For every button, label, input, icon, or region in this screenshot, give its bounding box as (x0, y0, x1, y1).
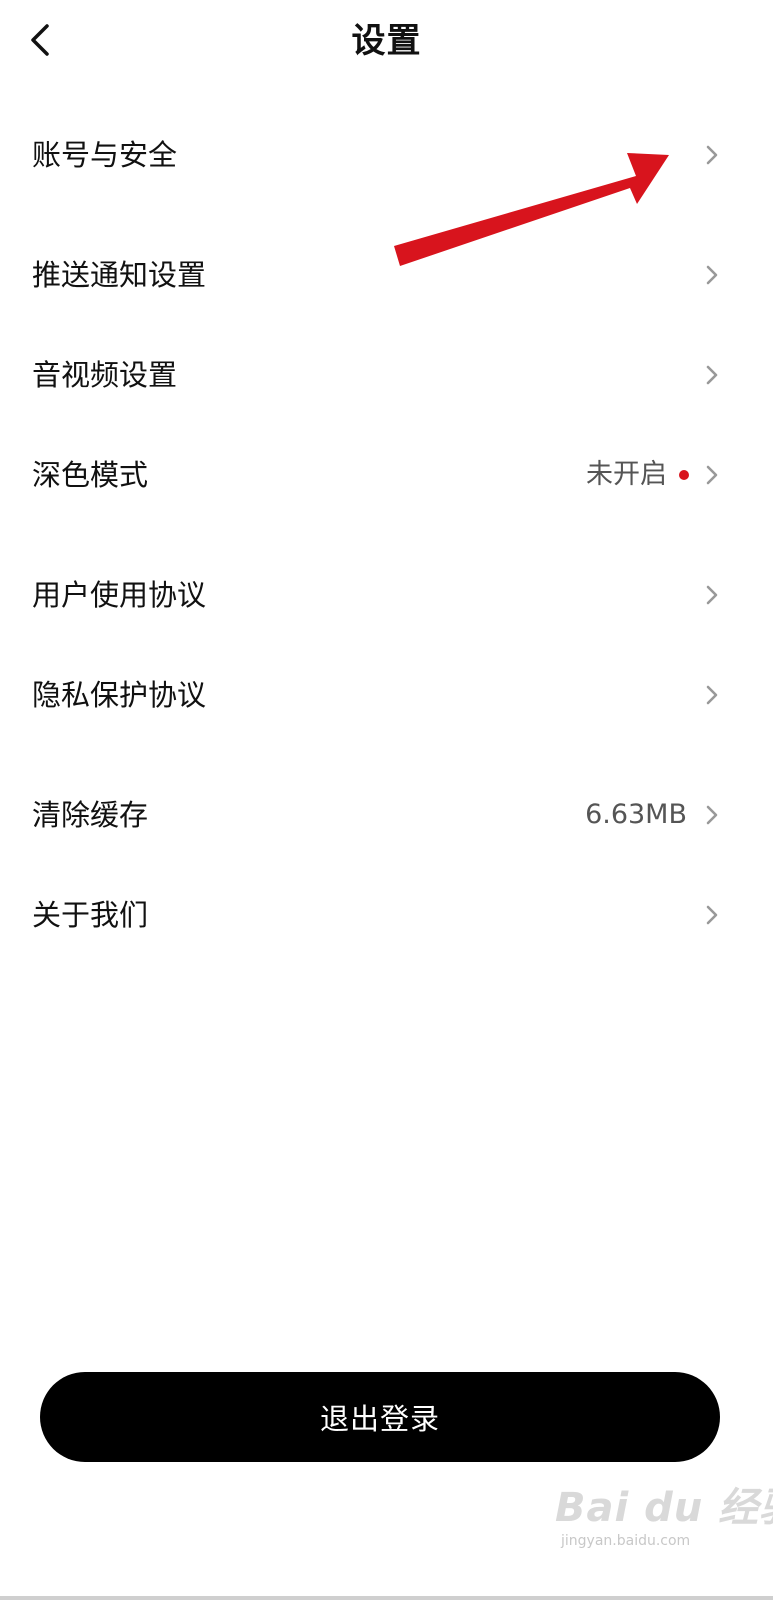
settings-item-audio-video[interactable]: 音视频设置 (0, 335, 773, 415)
settings-item-account-security[interactable]: 账号与安全 (0, 115, 773, 195)
chevron-right-icon (706, 365, 718, 385)
settings-item-label: 账号与安全 (32, 138, 178, 172)
chevron-right-icon (706, 905, 718, 925)
settings-item-clear-cache[interactable]: 清除缓存 6.63MB (0, 775, 773, 855)
dark-mode-value: 未开启 (586, 459, 667, 490)
page-title: 设置 (351, 21, 422, 61)
chevron-right-icon (706, 685, 718, 705)
baidu-jingyan-watermark: Bai du 经验 jingyan.baidu.com (555, 1475, 773, 1575)
settings-item-label: 隐私保护协议 (32, 678, 207, 712)
bottom-divider (0, 1596, 773, 1600)
red-dot-badge (679, 470, 689, 480)
chevron-right-icon (706, 265, 718, 285)
chevron-right-icon (706, 805, 718, 825)
settings-item-dark-mode[interactable]: 深色模式 未开启 (0, 435, 773, 515)
chevron-right-icon (706, 585, 718, 605)
settings-item-label: 深色模式 (32, 458, 149, 492)
settings-item-about-us[interactable]: 关于我们 (0, 875, 773, 955)
chevron-right-icon (706, 145, 718, 165)
watermark-url: jingyan.baidu.com (561, 1533, 691, 1549)
settings-item-label: 推送通知设置 (32, 258, 207, 292)
settings-item-label: 音视频设置 (32, 358, 178, 392)
cache-size: 6.63MB (585, 796, 687, 834)
settings-item-privacy-policy[interactable]: 隐私保护协议 (0, 655, 773, 735)
watermark-brand: Bai du 经验 (555, 1485, 773, 1531)
settings-item-user-agreement[interactable]: 用户使用协议 (0, 555, 773, 635)
settings-item-label: 关于我们 (32, 898, 149, 932)
settings-item-label: 用户使用协议 (32, 578, 207, 612)
cache-size-value: 6.63MB (585, 799, 687, 830)
logout-button[interactable]: 退出登录 (40, 1372, 720, 1462)
settings-item-push-notifications[interactable]: 推送通知设置 (0, 235, 773, 315)
settings-page: 设置 账号与安全 推送通知设置 音视频设置 深色模式 未开启 用户使用协议 隐私… (0, 0, 773, 1600)
settings-item-label: 清除缓存 (32, 798, 149, 832)
chevron-right-icon (706, 465, 718, 485)
dark-mode-status: 未开启 (586, 456, 689, 494)
header-bar: 设置 (0, 0, 773, 84)
